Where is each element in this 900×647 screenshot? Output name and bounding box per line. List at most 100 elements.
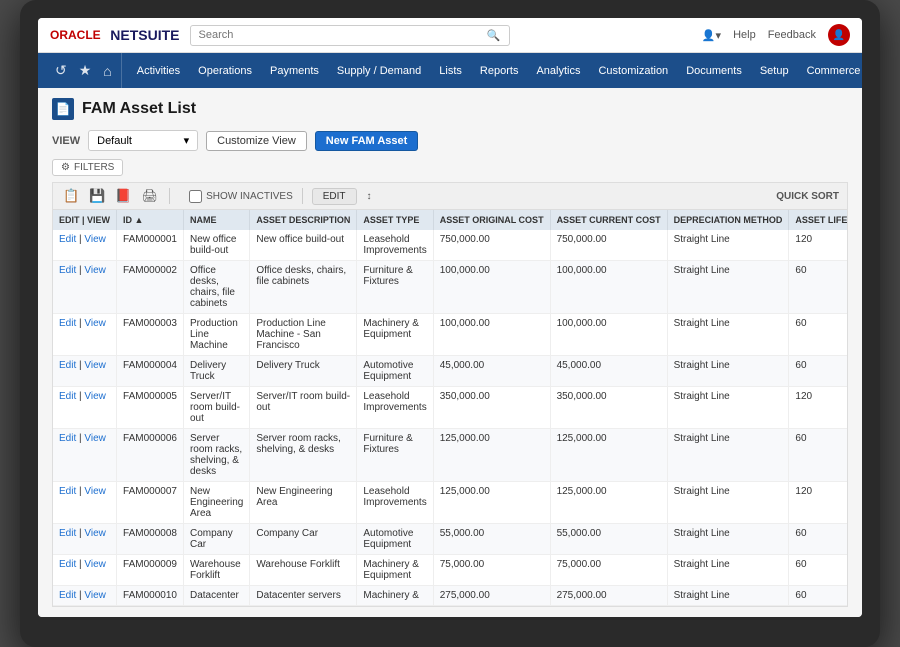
nav-setup[interactable]: Setup: [751, 57, 798, 85]
notifications-icon[interactable]: 👤▾: [702, 29, 721, 42]
id-cell: FAM000006: [117, 429, 184, 482]
help-link[interactable]: Help: [733, 29, 756, 41]
new-fam-asset-button[interactable]: New FAM Asset: [315, 131, 419, 151]
col-dep-method[interactable]: DEPRECIATION METHOD: [667, 210, 789, 230]
home-icon[interactable]: ⌂: [98, 60, 116, 82]
current-cost-cell: 350,000.00: [550, 387, 667, 429]
nav-reports[interactable]: Reports: [471, 57, 528, 85]
edit-link[interactable]: Edit: [59, 391, 76, 402]
view-link[interactable]: View: [84, 360, 106, 371]
filters-row: ⚙ FILTERS: [52, 159, 848, 176]
view-link[interactable]: View: [84, 528, 106, 539]
chevron-down-icon: ▾: [184, 134, 190, 147]
show-inactives-checkbox[interactable]: [189, 190, 202, 203]
favorites-icon[interactable]: ★: [74, 59, 97, 82]
edit-link[interactable]: Edit: [59, 433, 76, 444]
toolbar-print-icon[interactable]: 🖨: [140, 187, 161, 205]
original-cost-cell: 100,000.00: [433, 314, 550, 356]
type-cell: Leasehold Improvements: [357, 482, 433, 524]
view-link[interactable]: View: [84, 265, 106, 276]
lifetime-cell: 120: [789, 387, 848, 429]
search-box[interactable]: 🔍: [190, 25, 510, 46]
type-cell: Automotive Equipment: [357, 356, 433, 387]
view-link[interactable]: View: [84, 486, 106, 497]
toolbar-separator-2: [302, 188, 303, 204]
user-avatar[interactable]: 👤: [828, 24, 850, 46]
toolbar-pdf-icon[interactable]: 📕: [113, 187, 133, 205]
nav-payments[interactable]: Payments: [261, 57, 328, 85]
col-name[interactable]: NAME: [183, 210, 249, 230]
table-row: Edit | View FAM000010 Datacenter Datacen…: [53, 586, 848, 606]
edit-link[interactable]: Edit: [59, 360, 76, 371]
back-icon[interactable]: ↺: [50, 59, 72, 82]
view-link[interactable]: View: [84, 234, 106, 245]
col-lifetime[interactable]: ASSET LIFETIME: [789, 210, 848, 230]
filters-label: FILTERS: [74, 162, 114, 173]
toolbar-copy-icon[interactable]: 📋: [61, 187, 81, 205]
table-row: Edit | View FAM000005 Server/IT room bui…: [53, 387, 848, 429]
edit-link[interactable]: Edit: [59, 234, 76, 245]
edit-link[interactable]: Edit: [59, 559, 76, 570]
view-link[interactable]: View: [84, 391, 106, 402]
nav-analytics[interactable]: Analytics: [527, 57, 589, 85]
dep-method-cell: Straight Line: [667, 524, 789, 555]
description-cell: Delivery Truck: [250, 356, 357, 387]
type-cell: Machinery &: [357, 586, 433, 606]
table-toolbar: 📋 💾 📕 🖨 SHOW INACTIVES EDIT ↕ QUICK SORT: [52, 182, 848, 209]
edit-view-cell: Edit | View: [53, 524, 117, 555]
view-label: VIEW: [52, 135, 80, 147]
nav-supply-demand[interactable]: Supply / Demand: [328, 57, 430, 85]
edit-link[interactable]: Edit: [59, 528, 76, 539]
description-cell: Production Line Machine - San Francisco: [250, 314, 357, 356]
nav-lists[interactable]: Lists: [430, 57, 471, 85]
type-cell: Furniture & Fixtures: [357, 429, 433, 482]
nav-customization[interactable]: Customization: [589, 57, 677, 85]
view-link[interactable]: View: [84, 318, 106, 329]
top-right-bar: 👤▾ Help Feedback 👤: [702, 24, 850, 46]
edit-link[interactable]: Edit: [59, 486, 76, 497]
netsuite-logo: NETSUITE: [110, 27, 179, 43]
col-type[interactable]: ASSET TYPE: [357, 210, 433, 230]
name-cell: Server room racks, shelving, & desks: [183, 429, 249, 482]
nav-commerce[interactable]: Commerce: [798, 57, 862, 85]
view-link[interactable]: View: [84, 590, 106, 601]
original-cost-cell: 45,000.00: [433, 356, 550, 387]
edit-link[interactable]: Edit: [59, 590, 76, 601]
search-input[interactable]: [199, 29, 487, 41]
edit-link[interactable]: Edit: [59, 318, 76, 329]
nav-operations[interactable]: Operations: [189, 57, 261, 85]
toolbar-save-icon[interactable]: 💾: [87, 187, 107, 205]
name-cell: New Engineering Area: [183, 482, 249, 524]
lifetime-cell: 60: [789, 314, 848, 356]
nav-documents[interactable]: Documents: [677, 57, 751, 85]
description-cell: Server/IT room build-out: [250, 387, 357, 429]
dep-method-cell: Straight Line: [667, 586, 789, 606]
view-link[interactable]: View: [84, 433, 106, 444]
id-cell: FAM000005: [117, 387, 184, 429]
lifetime-cell: 60: [789, 586, 848, 606]
id-cell: FAM000008: [117, 524, 184, 555]
edit-toolbar-button[interactable]: EDIT: [312, 188, 357, 205]
page-title: FAM Asset List: [82, 100, 196, 118]
customize-view-button[interactable]: Customize View: [206, 131, 307, 151]
col-id[interactable]: ID ▲: [117, 210, 184, 230]
table-row: Edit | View FAM000003 Production Line Ma…: [53, 314, 848, 356]
name-cell: Delivery Truck: [183, 356, 249, 387]
edit-view-cell: Edit | View: [53, 230, 117, 261]
nav-activities[interactable]: Activities: [128, 57, 189, 85]
view-link[interactable]: View: [84, 559, 106, 570]
original-cost-cell: 350,000.00: [433, 387, 550, 429]
col-description[interactable]: ASSET DESCRIPTION: [250, 210, 357, 230]
original-cost-cell: 275,000.00: [433, 586, 550, 606]
edit-view-cell: Edit | View: [53, 314, 117, 356]
feedback-link[interactable]: Feedback: [768, 29, 816, 41]
col-original-cost[interactable]: ASSET ORIGINAL COST: [433, 210, 550, 230]
filters-button[interactable]: ⚙ FILTERS: [52, 159, 123, 176]
description-cell: New office build-out: [250, 230, 357, 261]
edit-link[interactable]: Edit: [59, 265, 76, 276]
view-select[interactable]: Default ▾: [88, 130, 198, 151]
type-cell: Automotive Equipment: [357, 524, 433, 555]
original-cost-cell: 750,000.00: [433, 230, 550, 261]
name-cell: Office desks, chairs, file cabinets: [183, 261, 249, 314]
col-current-cost[interactable]: ASSET CURRENT COST: [550, 210, 667, 230]
